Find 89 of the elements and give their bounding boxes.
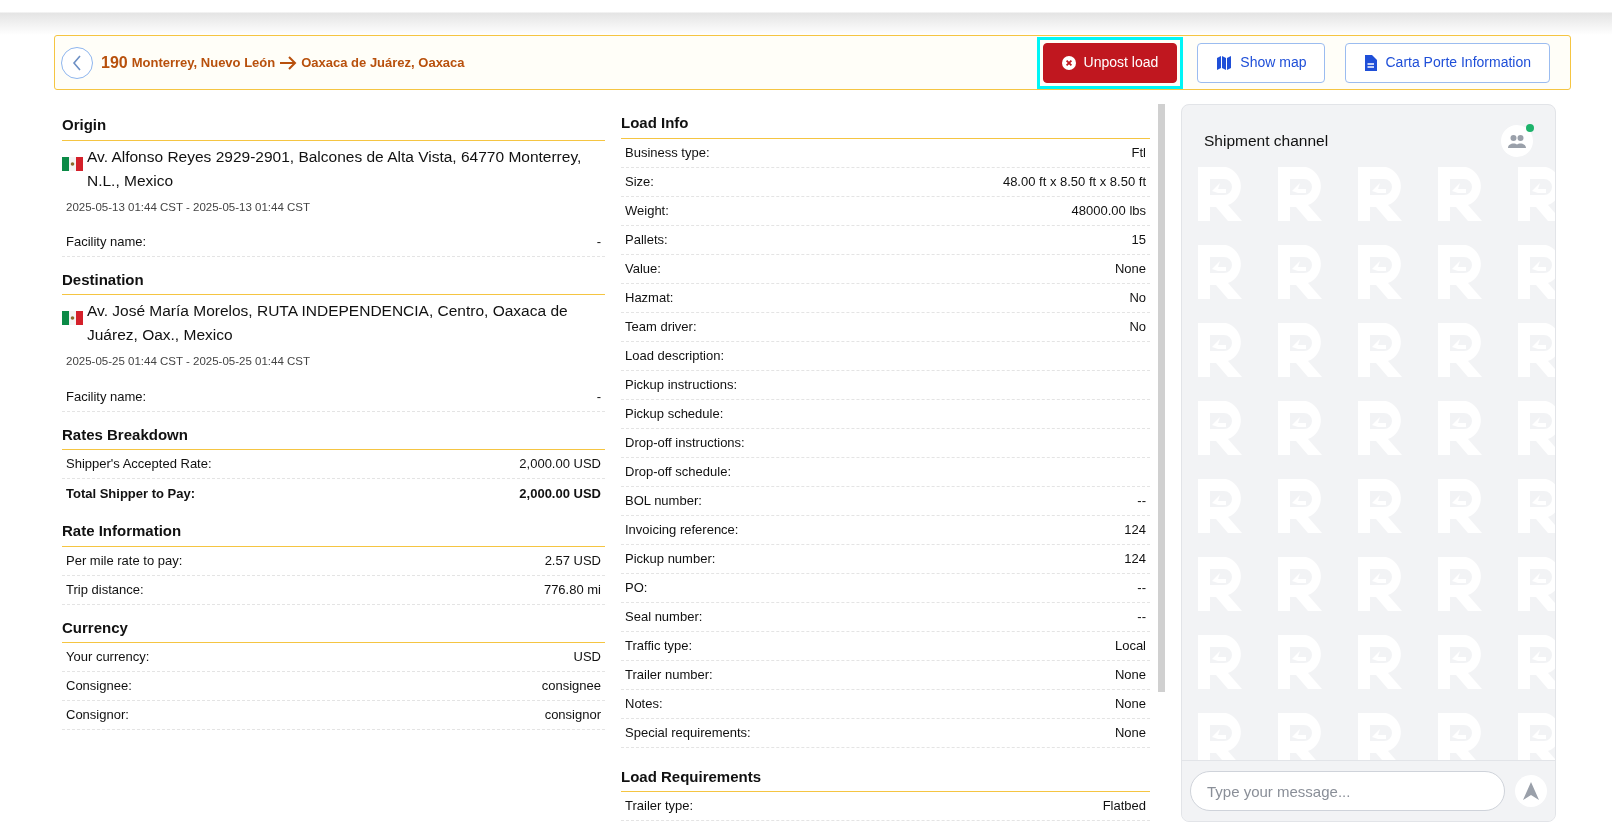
field-label: Pallets: xyxy=(625,230,668,249)
field-label: Consignor: xyxy=(66,706,129,725)
field-label: Traffic type: xyxy=(625,636,693,655)
send-button[interactable] xyxy=(1515,775,1547,807)
chevron-left-icon xyxy=(72,54,82,71)
field-value: 124 xyxy=(1124,520,1146,539)
field-label: Trailer number: xyxy=(625,665,713,684)
field-value: 2,000.00 USD xyxy=(519,455,601,474)
field-value: None xyxy=(1114,259,1146,278)
field-value: Flatbed xyxy=(1102,797,1146,816)
field-label: Special requirements: xyxy=(625,723,751,742)
address-text: Av. José María Morelos, RUTA INDEPENDENCIA, Centro, Oaxaca de Juárez, Oax., Mexico xyxy=(87,301,569,346)
field-label: Drop-off schedule: xyxy=(625,462,731,481)
field-label: PO: xyxy=(625,578,648,597)
scroll-bar[interactable] xyxy=(1158,104,1165,692)
field-value: None xyxy=(1114,665,1146,684)
field-value: 48000.00 lbs xyxy=(1071,201,1146,220)
section-heading: Rates Breakdown xyxy=(62,417,605,451)
address-text: Av. Alfonso Reyes 2929-2901, Balcones de Alta Vista, 64770 Monterrey, N.L., Mexico xyxy=(87,146,583,191)
message-input[interactable]: Type your message... xyxy=(1190,771,1505,811)
document-icon xyxy=(1364,54,1378,71)
section-heading: Rate Information xyxy=(62,514,605,547)
field-value: - xyxy=(596,387,601,406)
field-value: -- xyxy=(1137,607,1146,626)
field-value: 48.00 ft x 8.50 ft x 8.50 ft xyxy=(1002,172,1146,191)
origin-city: Monterrey, Nuevo León xyxy=(131,53,276,72)
field-label: Per mile rate to pay: xyxy=(66,551,183,570)
field-label: Facility name: xyxy=(66,233,147,252)
field-label: Hazmat: xyxy=(625,288,674,307)
field-value: - xyxy=(596,233,601,252)
field-value: None xyxy=(1114,723,1146,742)
field-label: Pickup instructions: xyxy=(625,375,737,394)
field-value: consignor xyxy=(544,706,601,725)
field-label: Seal number: xyxy=(625,607,703,626)
field-value: No xyxy=(1129,288,1146,307)
people-icon xyxy=(1508,134,1526,148)
field-label: Weight: xyxy=(625,201,669,220)
field-label: Value: xyxy=(625,259,661,278)
field-value: -- xyxy=(1137,491,1146,510)
field-label: Trailer type: xyxy=(625,797,694,816)
section-heading: Load Requirements xyxy=(621,759,1150,792)
field-value: 2,000.00 USD xyxy=(519,484,601,503)
field-label: Drop-off instructions: xyxy=(625,433,745,452)
field-value: None xyxy=(1114,694,1146,713)
field-label: Team driver: xyxy=(625,317,697,336)
destination-city: Oaxaca de Juárez, Oaxaca xyxy=(301,53,465,72)
section-heading: Origin xyxy=(62,108,605,141)
field-value: 124 xyxy=(1124,549,1146,568)
field-value: 15 xyxy=(1131,230,1146,249)
field-label: Pickup number: xyxy=(625,549,716,568)
field-label: Shipper's Accepted Rate: xyxy=(66,455,212,474)
time-window: 2025-05-13 01:44 CST - 2025-05-13 01:44 CST xyxy=(66,198,605,216)
field-value: 2.57 USD xyxy=(544,551,601,570)
field-label: Business type: xyxy=(625,143,710,162)
field-value: consignee xyxy=(541,677,601,696)
mexico-flag-icon xyxy=(62,156,83,171)
field-label: BOL number: xyxy=(625,491,702,510)
show-map-button[interactable]: Show map xyxy=(1197,42,1326,83)
map-icon xyxy=(1216,54,1233,71)
load-number: 190 xyxy=(101,52,128,73)
section-heading: Load Info xyxy=(621,106,1150,139)
field-label: Facility name: xyxy=(66,387,147,406)
field-label: Total Shipper to Pay: xyxy=(66,484,196,503)
field-value: No xyxy=(1129,317,1146,336)
field-label: Your currency: xyxy=(66,648,150,667)
field-label: Size: xyxy=(625,172,654,191)
field-value: Local xyxy=(1114,636,1146,655)
carta-porte-button[interactable]: Carta Porte Information xyxy=(1345,42,1550,83)
field-value: Ftl xyxy=(1131,143,1146,162)
unpost-button[interactable]: Unpost load xyxy=(1042,42,1178,83)
back-button[interactable] xyxy=(61,46,93,79)
arrow-right-icon xyxy=(279,55,298,70)
mexico-flag-icon xyxy=(62,311,83,326)
field-value: -- xyxy=(1137,578,1146,597)
section-heading: Destination xyxy=(62,262,605,296)
field-label: Load description: xyxy=(625,346,724,365)
field-label: Invoicing reference: xyxy=(625,520,739,539)
field-value: 776.80 mi xyxy=(543,580,601,599)
members-button[interactable] xyxy=(1501,125,1533,157)
field-label: Notes: xyxy=(625,694,663,713)
field-label: Trip distance: xyxy=(66,580,144,599)
section-heading: Currency xyxy=(62,610,605,644)
chat-title: Shipment channel xyxy=(1204,131,1329,152)
field-label: Consignee: xyxy=(66,677,132,696)
time-window: 2025-05-25 01:44 CST - 2025-05-25 01:44 CST xyxy=(66,353,605,371)
field-label: Pickup schedule: xyxy=(625,404,724,423)
send-icon xyxy=(1523,782,1539,800)
field-value: USD xyxy=(573,648,601,667)
close-circle-icon xyxy=(1061,55,1076,70)
